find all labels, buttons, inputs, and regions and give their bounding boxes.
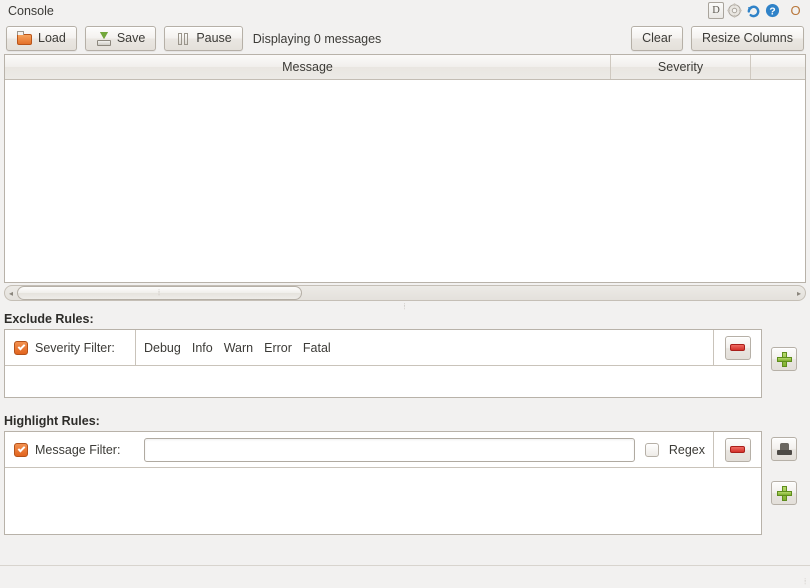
minus-icon <box>730 446 745 453</box>
highlight-rules-label: Highlight Rules: <box>4 414 100 428</box>
scrollbar-track[interactable]: ⦙ <box>17 286 793 300</box>
refresh-icon[interactable] <box>745 2 762 19</box>
highlight-rule-left: Message Filter: <box>5 432 136 467</box>
load-button[interactable]: Load <box>6 26 77 51</box>
load-button-label: Load <box>38 31 66 46</box>
title-icon-group: D ? O <box>708 2 804 19</box>
dock-icon[interactable]: D <box>708 2 724 19</box>
splitter-handle-top[interactable]: ⦙ <box>0 301 810 312</box>
highlight-rules-panel: Message Filter: Regex <box>4 431 762 535</box>
resize-grip-icon[interactable]: ⦙ <box>804 578 807 586</box>
exclude-rule-item: Severity Filter: Debug Info Warn Error F… <box>5 330 761 366</box>
severity-option-error[interactable]: Error <box>264 341 292 355</box>
folder-open-icon <box>17 30 33 47</box>
severity-option-info[interactable]: Info <box>192 341 213 355</box>
highlight-rule-remove-cell <box>713 432 761 467</box>
exclude-rule-remove-button[interactable] <box>724 335 751 360</box>
exclude-rule-enabled-checkbox[interactable] <box>14 340 28 355</box>
toolbar: Load Save Pause Displaying 0 messages Cl… <box>0 23 810 54</box>
scroll-left-arrow-icon[interactable]: ◂ <box>5 286 17 300</box>
scroll-right-arrow-icon[interactable]: ▸ <box>793 286 805 300</box>
regex-label: Regex <box>668 442 705 457</box>
highlight-rule-add-button[interactable] <box>771 481 797 505</box>
message-count-status: Displaying 0 messages <box>252 31 382 46</box>
titlebar: Console D ? O <box>0 0 810 23</box>
toolbar-right-group: Clear Resize Columns <box>623 26 804 51</box>
exclude-rule-label: Severity Filter: <box>35 340 115 355</box>
highlight-rule-controls: Regex <box>136 432 713 467</box>
exclude-rules-side-buttons <box>762 329 806 371</box>
pause-icon <box>175 31 191 47</box>
svg-text:?: ? <box>769 6 775 17</box>
message-table-header: Message Severity <box>5 55 805 80</box>
highlight-rule-item: Message Filter: Regex <box>5 432 761 468</box>
stamp-icon <box>776 443 792 455</box>
highlight-rules-row: Message Filter: Regex <box>0 431 810 535</box>
exclude-rule-severity-options: Debug Info Warn Error Fatal <box>136 330 713 365</box>
highlight-rules-side-buttons <box>762 431 806 505</box>
column-header-message[interactable]: Message <box>5 55 611 79</box>
severity-option-debug[interactable]: Debug <box>144 341 181 355</box>
highlight-rule-enabled-checkbox[interactable] <box>14 442 28 457</box>
plus-icon <box>776 351 792 367</box>
severity-option-fatal[interactable]: Fatal <box>303 341 331 355</box>
message-filter-input[interactable] <box>144 437 635 462</box>
scrollbar-thumb-grip-icon: ⦙ <box>158 288 161 297</box>
gear-icon[interactable] <box>726 2 743 19</box>
exclude-rules-row: Severity Filter: Debug Info Warn Error F… <box>0 329 810 398</box>
highlight-rules-empty-area <box>5 468 761 534</box>
message-table[interactable]: Message Severity <box>4 54 806 283</box>
resize-columns-button[interactable]: Resize Columns <box>690 26 804 51</box>
clear-button[interactable]: Clear <box>631 26 683 51</box>
statusbar: ⦙ <box>0 565 810 588</box>
minus-icon <box>730 344 745 351</box>
circle-icon[interactable]: O <box>787 2 804 19</box>
column-header-spacer <box>751 55 805 79</box>
clear-button-label: Clear <box>642 31 672 46</box>
scrollbar-thumb[interactable]: ⦙ <box>17 286 302 300</box>
exclude-rules-panel: Severity Filter: Debug Info Warn Error F… <box>4 329 762 398</box>
splitter-grip-icon: ⦙ <box>403 301 407 311</box>
resize-columns-button-label: Resize Columns <box>701 31 793 46</box>
help-icon[interactable]: ? <box>764 2 781 19</box>
column-header-severity[interactable]: Severity <box>611 55 751 79</box>
pause-button-label: Pause <box>196 31 232 46</box>
save-button[interactable]: Save <box>84 26 157 51</box>
save-button-label: Save <box>116 31 146 46</box>
save-disk-icon <box>96 31 112 47</box>
severity-option-warn[interactable]: Warn <box>224 341 253 355</box>
regex-checkbox[interactable] <box>644 442 659 457</box>
highlight-rule-label: Message Filter: <box>35 442 121 457</box>
exclude-rules-empty-area <box>5 366 761 397</box>
message-table-body[interactable] <box>5 80 805 282</box>
plus-icon <box>776 485 792 501</box>
pause-button[interactable]: Pause <box>164 26 243 51</box>
exclude-rule-remove-cell <box>713 330 761 365</box>
exclude-rules-label: Exclude Rules: <box>4 312 94 326</box>
horizontal-scrollbar[interactable]: ◂ ⦙ ▸ <box>4 285 806 301</box>
exclude-rule-left: Severity Filter: <box>5 330 136 365</box>
highlight-rule-remove-button[interactable] <box>724 437 751 462</box>
severity-list: Debug Info Warn Error Fatal <box>144 341 331 355</box>
window-title: Console <box>8 4 54 18</box>
exclude-rule-add-button[interactable] <box>771 347 797 371</box>
highlight-rule-style-button[interactable] <box>771 437 797 461</box>
